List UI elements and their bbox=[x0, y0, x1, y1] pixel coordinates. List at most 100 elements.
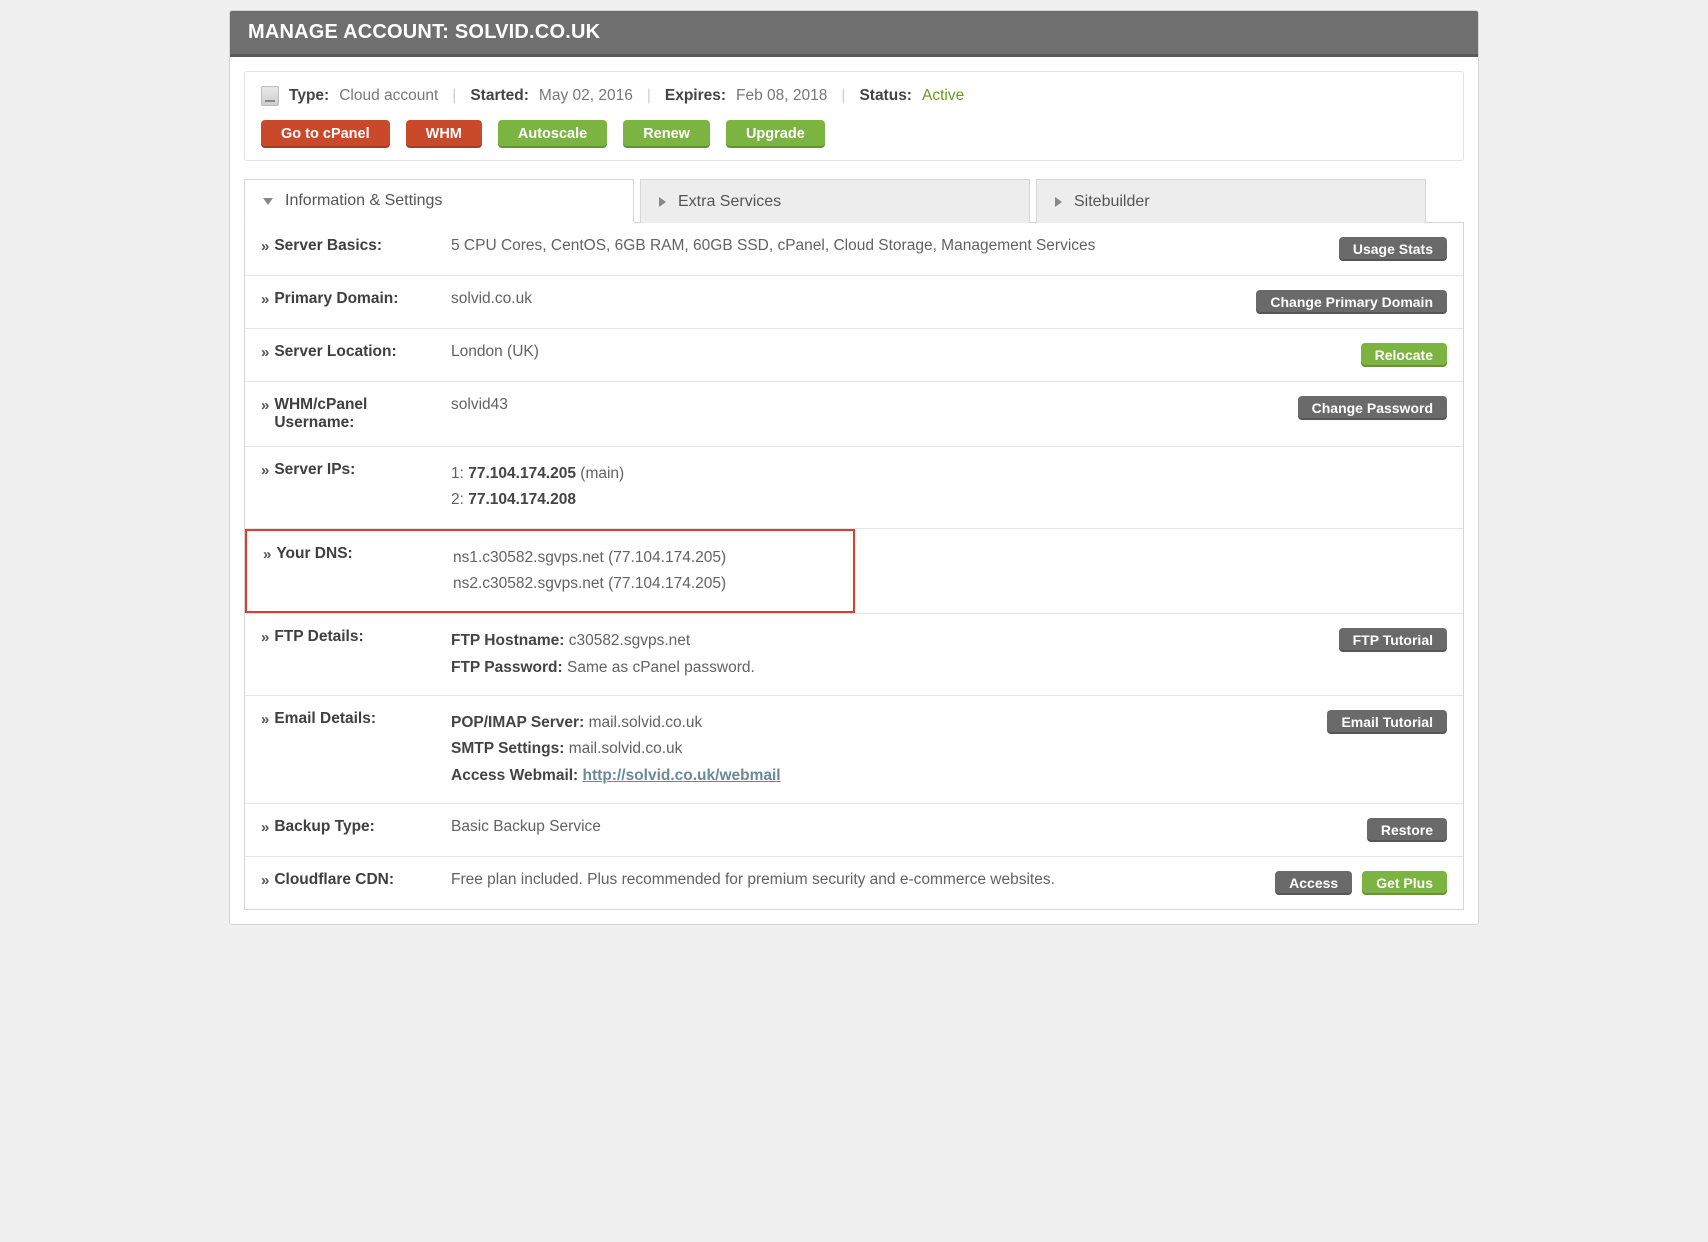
type-value: Cloud account bbox=[339, 87, 438, 105]
info-rows: » Server Basics: 5 CPU Cores, CentOS, 6GB… bbox=[244, 222, 1464, 910]
row-server-ips: » Server IPs: 1: 77.104.174.205 (main) 2:… bbox=[245, 447, 1463, 529]
type-label: Type: bbox=[289, 87, 329, 105]
cdn-get-plus-button[interactable]: Get Plus bbox=[1362, 871, 1447, 895]
row-value: solvid43 bbox=[451, 396, 1298, 414]
ip1-suffix: (main) bbox=[576, 465, 624, 482]
row-label: Server IPs: bbox=[274, 461, 355, 479]
change-primary-domain-button[interactable]: Change Primary Domain bbox=[1256, 290, 1447, 314]
upgrade-button[interactable]: Upgrade bbox=[726, 120, 825, 148]
chevron-icon: » bbox=[261, 461, 266, 481]
expires-label: Expires: bbox=[665, 87, 726, 105]
tab-sitebuilder[interactable]: Sitebuilder bbox=[1036, 179, 1426, 223]
separator: | bbox=[837, 87, 849, 105]
chevron-down-icon bbox=[263, 198, 273, 205]
row-server-basics: » Server Basics: 5 CPU Cores, CentOS, 6GB… bbox=[245, 223, 1463, 276]
usage-stats-button[interactable]: Usage Stats bbox=[1339, 237, 1447, 261]
row-ftp-details: » FTP Details: FTP Hostname: c30582.sgvps… bbox=[245, 614, 1463, 696]
relocate-button[interactable]: Relocate bbox=[1361, 343, 1447, 367]
restore-button[interactable]: Restore bbox=[1367, 818, 1447, 842]
row-value: FTP Hostname: c30582.sgvps.net FTP Passw… bbox=[451, 628, 1339, 681]
ip2: 77.104.174.208 bbox=[468, 491, 576, 508]
tab-extra-services[interactable]: Extra Services bbox=[640, 179, 1030, 223]
separator: | bbox=[643, 87, 655, 105]
go-to-cpanel-button[interactable]: Go to cPanel bbox=[261, 120, 390, 148]
row-label: Email Details: bbox=[274, 710, 376, 728]
row-cloudflare-cdn: » Cloudflare CDN: Free plan included. Plu… bbox=[245, 857, 1463, 909]
row-value: 5 CPU Cores, CentOS, 6GB RAM, 60GB SSD, … bbox=[451, 237, 1339, 255]
separator: | bbox=[448, 87, 460, 105]
access-webmail-label: Access Webmail: bbox=[451, 767, 583, 784]
chevron-icon: » bbox=[261, 237, 266, 257]
chevron-right-icon bbox=[1055, 197, 1062, 207]
row-value: Free plan included. Plus recommended for… bbox=[451, 871, 1275, 889]
ftp-tutorial-button[interactable]: FTP Tutorial bbox=[1339, 628, 1447, 652]
tab-information-settings[interactable]: Information & Settings bbox=[244, 179, 634, 223]
row-backup-type: » Backup Type: Basic Backup Service Resto… bbox=[245, 804, 1463, 857]
row-whm-username: » WHM/cPanel Username: solvid43 Change Pa… bbox=[245, 382, 1463, 447]
ftp-password-value: Same as cPanel password. bbox=[567, 659, 755, 676]
account-summary: Type: Cloud account | Started: May 02, 2… bbox=[244, 71, 1464, 161]
row-label: Server Location: bbox=[274, 343, 396, 361]
row-label: WHM/cPanel Username: bbox=[274, 396, 451, 432]
row-server-location: » Server Location: London (UK) Relocate bbox=[245, 329, 1463, 382]
row-label: Cloudflare CDN: bbox=[274, 871, 394, 889]
ip2-prefix: 2: bbox=[451, 491, 468, 508]
tab-label: Extra Services bbox=[678, 193, 781, 211]
row-label: FTP Details: bbox=[274, 628, 363, 646]
renew-button[interactable]: Renew bbox=[623, 120, 710, 148]
pop-server-value: mail.solvid.co.uk bbox=[589, 714, 703, 731]
email-tutorial-button[interactable]: Email Tutorial bbox=[1327, 710, 1447, 734]
page-title: MANAGE ACCOUNT: SOLVID.CO.UK bbox=[230, 11, 1478, 57]
smtp-settings-value: mail.solvid.co.uk bbox=[569, 740, 683, 757]
change-password-button[interactable]: Change Password bbox=[1298, 396, 1447, 420]
expires-value: Feb 08, 2018 bbox=[736, 87, 827, 105]
dns-highlight-box: » Your DNS: ns1.c30582.sgvps.net (77.104.… bbox=[245, 529, 855, 614]
chevron-icon: » bbox=[261, 871, 266, 891]
panel-body: Type: Cloud account | Started: May 02, 2… bbox=[230, 57, 1478, 924]
server-icon bbox=[261, 86, 279, 106]
manage-account-panel: MANAGE ACCOUNT: SOLVID.CO.UK Type: Cloud… bbox=[229, 10, 1479, 925]
status-value: Active bbox=[922, 87, 964, 105]
whm-button[interactable]: WHM bbox=[406, 120, 482, 148]
smtp-settings-label: SMTP Settings: bbox=[451, 740, 569, 757]
chevron-right-icon bbox=[659, 197, 666, 207]
row-label: Your DNS: bbox=[276, 545, 352, 563]
started-value: May 02, 2016 bbox=[539, 87, 633, 105]
ftp-hostname-value: c30582.sgvps.net bbox=[569, 632, 691, 649]
chevron-icon: » bbox=[261, 343, 266, 363]
action-button-row: Go to cPanel WHM Autoscale Renew Upgrade bbox=[261, 120, 1447, 148]
cdn-access-button[interactable]: Access bbox=[1275, 871, 1352, 895]
row-email-details: » Email Details: POP/IMAP Server: mail.so… bbox=[245, 696, 1463, 804]
ftp-hostname-label: FTP Hostname: bbox=[451, 632, 569, 649]
row-primary-domain: » Primary Domain: solvid.co.uk Change Pri… bbox=[245, 276, 1463, 329]
tab-label: Information & Settings bbox=[285, 192, 442, 210]
webmail-link[interactable]: http://solvid.co.uk/webmail bbox=[583, 767, 781, 784]
row-value: London (UK) bbox=[451, 343, 1361, 361]
row-value: 1: 77.104.174.205 (main) 2: 77.104.174.2… bbox=[451, 461, 1447, 514]
pop-server-label: POP/IMAP Server: bbox=[451, 714, 589, 731]
row-value: solvid.co.uk bbox=[451, 290, 1256, 308]
ftp-password-label: FTP Password: bbox=[451, 659, 567, 676]
row-your-dns: » Your DNS: ns1.c30582.sgvps.net (77.104.… bbox=[245, 529, 1463, 615]
row-label: Backup Type: bbox=[274, 818, 375, 836]
chevron-icon: » bbox=[261, 818, 266, 838]
started-label: Started: bbox=[470, 87, 529, 105]
chevron-icon: » bbox=[261, 710, 266, 730]
chevron-icon: » bbox=[263, 545, 268, 565]
tab-bar: Information & Settings Extra Services Si… bbox=[244, 179, 1464, 223]
row-label: Server Basics: bbox=[274, 237, 382, 255]
chevron-icon: » bbox=[261, 290, 266, 310]
dns-ns1: ns1.c30582.sgvps.net (77.104.174.205) bbox=[453, 545, 837, 571]
row-label: Primary Domain: bbox=[274, 290, 398, 308]
chevron-icon: » bbox=[261, 628, 266, 648]
chevron-icon: » bbox=[261, 396, 266, 416]
row-value: ns1.c30582.sgvps.net (77.104.174.205) ns… bbox=[453, 545, 837, 598]
status-label: Status: bbox=[859, 87, 912, 105]
ip1: 77.104.174.205 bbox=[468, 465, 576, 482]
ip1-prefix: 1: bbox=[451, 465, 468, 482]
summary-line: Type: Cloud account | Started: May 02, 2… bbox=[261, 86, 1447, 106]
dns-ns2: ns2.c30582.sgvps.net (77.104.174.205) bbox=[453, 571, 837, 597]
autoscale-button[interactable]: Autoscale bbox=[498, 120, 607, 148]
tab-label: Sitebuilder bbox=[1074, 193, 1150, 211]
row-value: Basic Backup Service bbox=[451, 818, 1367, 836]
